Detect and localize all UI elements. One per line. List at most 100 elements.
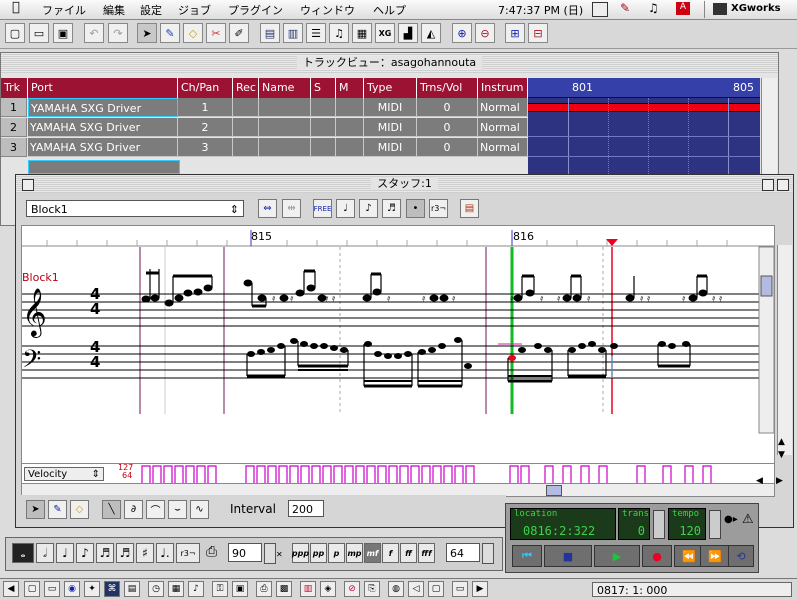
menu-file[interactable]: ファイル	[42, 2, 86, 18]
folder-icon[interactable]: ▭	[44, 581, 60, 597]
cell-rec[interactable]	[233, 98, 259, 117]
grid-icon[interactable]: ▩	[276, 581, 292, 597]
pointer-icon[interactable]: ➤	[26, 500, 45, 519]
dot-note-icon[interactable]: •	[406, 199, 425, 218]
cell-name[interactable]	[259, 98, 311, 117]
menu-window[interactable]: ウィンドウ	[300, 2, 355, 18]
display-icon[interactable]: ▢	[428, 581, 444, 597]
zoom-h-in-icon[interactable]: ⊞	[505, 23, 525, 43]
track-window-titlebar[interactable]: トラックビュー：asagohannouta	[1, 53, 778, 73]
cell-trns[interactable]: 0	[417, 118, 478, 137]
speaker-icon[interactable]: ♫	[648, 1, 659, 15]
keyboard-icon[interactable]: ⌘	[104, 581, 120, 597]
eighth-note-icon[interactable]: ♪	[359, 199, 378, 218]
dynamic-p[interactable]: p	[328, 543, 345, 563]
staff-window-titlebar[interactable]: スタッフ:1	[16, 175, 793, 193]
calculator-icon[interactable]: ▦	[168, 581, 184, 597]
metronome-icon[interactable]: ⚠	[742, 512, 754, 527]
velocity-input[interactable]: 64	[446, 543, 480, 562]
velocity-stepper[interactable]	[482, 543, 494, 564]
scroll-up-icon[interactable]: ▲	[778, 437, 785, 447]
empty-row[interactable]	[28, 160, 180, 174]
dynamic-ff[interactable]: ff	[400, 543, 417, 563]
quantize-input[interactable]: 90	[228, 543, 262, 562]
app-name[interactable]: XGworks	[731, 3, 781, 14]
record-button[interactable]: ●	[642, 545, 672, 567]
prohibit-icon[interactable]: ⊘	[344, 581, 360, 597]
cell-ch[interactable]: 3	[178, 138, 233, 157]
col-name[interactable]: Name	[259, 78, 311, 98]
control-icon[interactable]: ▤	[124, 581, 140, 597]
menu-help[interactable]: ヘルプ	[373, 2, 406, 18]
fast-forward-icon[interactable]: ⏩	[700, 545, 730, 567]
printer-icon[interactable]: ⎙	[256, 581, 272, 597]
sixteenth-note-icon[interactable]: ♬	[382, 199, 401, 218]
cell-instr[interactable]: Normal	[478, 118, 528, 137]
dynamic-mf[interactable]: mf	[364, 543, 381, 563]
stop-button[interactable]: ■	[544, 545, 592, 567]
undo-icon[interactable]: ↶	[84, 23, 104, 43]
dynamic-mp[interactable]: mp	[346, 543, 363, 563]
cell-name[interactable]	[259, 118, 311, 137]
tempo-display[interactable]: tempo 120	[668, 508, 706, 540]
collapse-box-icon[interactable]	[777, 179, 789, 191]
rewind-start-icon[interactable]: ⏮	[512, 545, 542, 567]
dotted-note-icon[interactable]: ♩.	[156, 543, 174, 563]
row-number[interactable]: 2	[1, 118, 27, 137]
lock-icon[interactable]: ⚿	[212, 581, 228, 597]
browser-icon[interactable]: ◉	[64, 581, 80, 597]
cell-port[interactable]: YAMAHA SXG Driver	[28, 98, 178, 117]
file-sharing-icon[interactable]: ⎘	[364, 581, 380, 597]
sharp-icon[interactable]: ♯	[136, 543, 154, 563]
cell-rec[interactable]	[233, 118, 259, 137]
close-box-icon[interactable]	[22, 179, 34, 191]
block-select[interactable]: Block1 ⇕	[26, 200, 244, 217]
monitor-icon[interactable]	[592, 2, 608, 17]
cell-m[interactable]	[336, 118, 364, 137]
cell-type[interactable]: MIDI	[364, 118, 417, 137]
sixteenth-note-icon[interactable]: ♬	[96, 543, 114, 563]
free-quantize-button[interactable]: FREE	[313, 199, 332, 218]
quarter-note-icon[interactable]: ♩	[336, 199, 355, 218]
dynamic-f[interactable]: f	[382, 543, 399, 563]
globe-icon[interactable]: ◍	[388, 581, 404, 597]
whole-note-icon[interactable]: 𝅝	[12, 543, 34, 563]
mixer-icon[interactable]: ▟	[398, 23, 418, 43]
scroll-right-icon[interactable]: ▶	[472, 581, 488, 597]
thirtysecond-note-icon[interactable]: ♬	[116, 543, 134, 563]
metronome-toggle-icon[interactable]: ●▸	[724, 514, 738, 525]
glue-icon[interactable]: ✐	[229, 23, 249, 43]
col-instr[interactable]: Instrum	[478, 78, 528, 98]
col-trns[interactable]: Trns/Vol	[417, 78, 478, 98]
sound-icon[interactable]: ◁	[408, 581, 424, 597]
row-number[interactable]: 3	[1, 138, 27, 157]
new-file-icon[interactable]: ▢	[5, 23, 25, 43]
scissors-icon[interactable]: ✂	[206, 23, 226, 43]
staff-icon[interactable]: ♫	[329, 23, 349, 43]
pointer-icon[interactable]: ➤	[137, 23, 157, 43]
cell-ch[interactable]: 2	[178, 118, 233, 137]
memory-icon[interactable]: ▣	[232, 581, 248, 597]
velocity-lane[interactable]: Velocity ⇕ 127 64	[21, 463, 775, 485]
color-icon[interactable]: ▥	[300, 581, 316, 597]
scroll-left-icon[interactable]: ◀	[3, 581, 19, 597]
trans-stepper[interactable]	[653, 510, 665, 539]
track-part-1[interactable]	[528, 103, 760, 112]
half-note-icon[interactable]: 𝅗𝅥	[36, 543, 54, 563]
tempo-stepper[interactable]	[709, 510, 721, 539]
cell-s[interactable]	[311, 98, 336, 117]
quantize-stepper[interactable]	[264, 543, 276, 564]
finder-icon[interactable]: ▢	[24, 581, 40, 597]
zoom-h-out-icon[interactable]: ⊟	[528, 23, 548, 43]
col-port[interactable]: Port	[28, 78, 178, 98]
cell-instr[interactable]: Normal	[478, 98, 528, 117]
cell-instr[interactable]: Normal	[478, 138, 528, 157]
extensions-icon[interactable]: ◈	[320, 581, 336, 597]
speaker-icon[interactable]: ♪	[188, 581, 204, 597]
cell-name[interactable]	[259, 138, 311, 157]
cell-rec[interactable]	[233, 138, 259, 157]
quarter-note-icon[interactable]: ♩	[56, 543, 74, 563]
arc-down-icon[interactable]: ⌣	[168, 500, 187, 519]
wave-tool-icon[interactable]: ∿	[190, 500, 209, 519]
cell-s[interactable]	[311, 118, 336, 137]
